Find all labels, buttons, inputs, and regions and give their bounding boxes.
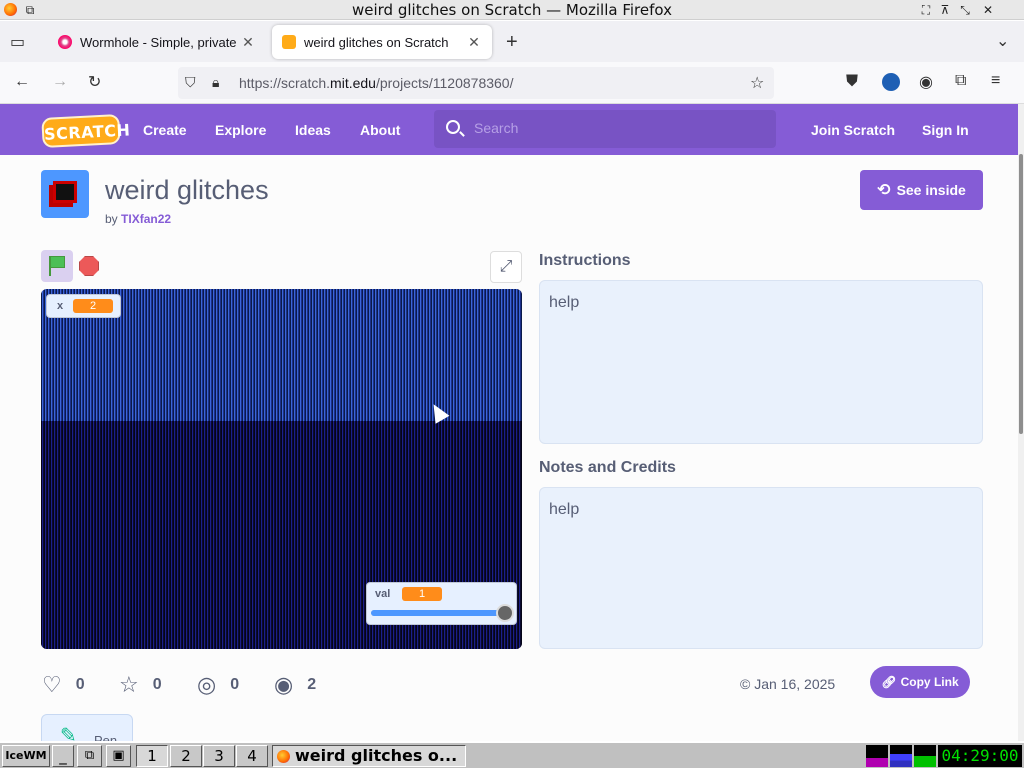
nav-about[interactable]: About [360, 122, 400, 138]
scrollbar-thumb[interactable] [1019, 154, 1023, 434]
url-bar[interactable]: ⛉ 🔒︎ https://scratch.mit.edu/projects/11… [178, 67, 774, 99]
reload-icon[interactable]: ↻ [88, 72, 101, 92]
notes-text: help [539, 487, 983, 649]
love-stat[interactable]: ♡ 0 [42, 672, 85, 698]
instructions-text: help [539, 280, 983, 444]
project-stage[interactable]: x 2 val 1 [41, 289, 522, 649]
pen-icon: ✎ [60, 725, 77, 741]
fullscreen-button[interactable]: ⤢ [490, 251, 522, 283]
variable-monitor-x[interactable]: x 2 [46, 294, 121, 318]
search-icon [446, 120, 460, 134]
remix-arrows-icon: ⟲ [877, 182, 891, 199]
eye-icon: ◉ [274, 672, 294, 697]
url-text[interactable]: https://scratch.mit.edu/projects/1120878… [239, 75, 513, 91]
minimize-icon[interactable]: ⤡ [957, 2, 973, 18]
show-desktop-icon[interactable]: _ [52, 745, 74, 767]
favorite-stat[interactable]: ☆ 0 [119, 672, 162, 698]
nav-create[interactable]: Create [143, 122, 187, 138]
project-page: weird glitches by TIXfan22 ⟲ See inside … [0, 155, 1018, 741]
memory-meter [890, 745, 912, 767]
wormhole-favicon-icon [58, 35, 72, 49]
terminal-icon[interactable]: ▣ [106, 745, 131, 767]
account-icon[interactable]: ◉ [919, 72, 933, 92]
views-stat: ◉ 2 [274, 672, 317, 697]
workspace-1[interactable]: 1 [136, 745, 168, 767]
tab-label: Wormhole - Simple, private [80, 34, 237, 50]
copyright-icon: © [740, 676, 751, 692]
pen-extension-card: ✎ Pen [41, 714, 133, 741]
author-link[interactable]: TIXfan22 [121, 212, 171, 226]
fullscreen-icon[interactable]: ⛶ [918, 2, 934, 18]
nav-ideas[interactable]: Ideas [295, 122, 331, 138]
see-inside-button[interactable]: ⟲ See inside [860, 170, 983, 210]
icewm-start-button[interactable]: IceWM [2, 745, 50, 767]
tab-label: weird glitches on Scratch [304, 34, 449, 50]
window-title: weird glitches on Scratch — Mozilla Fire… [351, 1, 672, 19]
bookmark-star-icon[interactable]: ☆ [750, 73, 764, 93]
workspace-3[interactable]: 3 [203, 745, 235, 767]
remix-spiral-icon: ◎ [197, 672, 217, 697]
navigation-toolbar: ← → ↻ ⛉ 🔒︎ https://scratch.mit.edu/proje… [0, 62, 1024, 104]
network-meter [914, 745, 936, 767]
sign-in-link[interactable]: Sign In [922, 122, 969, 138]
share-date: © Jan 16, 2025 [740, 676, 836, 692]
menu-hamburger-icon[interactable]: ≡ [991, 72, 1000, 90]
workspace-2[interactable]: 2 [170, 745, 202, 767]
star-icon: ☆ [119, 672, 139, 697]
tab-close-icon[interactable]: ✕ [466, 34, 482, 51]
firefox-icon [277, 750, 290, 763]
desktop-taskbar: IceWM _ ⧉ ▣ 1 2 3 4 weird glitches o... … [0, 742, 1024, 768]
window-list-icon[interactable]: ⧉ [77, 745, 102, 767]
variable-monitor-val[interactable]: val 1 [366, 582, 517, 625]
back-icon[interactable]: ← [14, 73, 30, 91]
new-tab-icon[interactable]: + [506, 31, 518, 54]
join-scratch-link[interactable]: Join Scratch [811, 122, 895, 138]
search-box[interactable] [434, 110, 776, 148]
clock: 04:29:00 [938, 745, 1022, 767]
link-icon: 🔗︎ [881, 675, 897, 689]
scratch-logo[interactable]: SCRATCH [41, 113, 131, 149]
copy-link-button[interactable]: 🔗︎ Copy Link [870, 666, 970, 698]
project-thumbnail [41, 170, 89, 218]
tab-close-icon[interactable]: ✕ [240, 34, 256, 51]
tab-list-chevron-icon[interactable]: ⌄ [996, 31, 1009, 51]
close-icon[interactable]: ✕ [980, 2, 996, 18]
stop-button[interactable] [79, 256, 99, 276]
shield-icon[interactable]: ⛉ [185, 74, 196, 91]
tab-overview-icon[interactable]: ▭ [10, 32, 25, 52]
green-flag-icon [50, 256, 65, 268]
tab-wormhole[interactable]: Wormhole - Simple, private ✕ [48, 25, 266, 59]
extensions-puzzle-icon[interactable]: ⧉ [955, 72, 966, 90]
green-flag-button[interactable] [41, 250, 73, 282]
pin-icon[interactable]: ⊼ [937, 2, 953, 18]
tab-strip: ▭ Wormhole - Simple, private ✕ weird gli… [0, 21, 1024, 62]
window-titlebar: ⧉ weird glitches on Scratch — Mozilla Fi… [0, 0, 1024, 20]
remix-stat: ◎ 0 [197, 672, 240, 697]
instructions-heading: Instructions [539, 252, 631, 269]
taskbar-firefox-window[interactable]: weird glitches o... [272, 745, 466, 767]
slider-track[interactable] [371, 610, 505, 616]
lock-icon[interactable]: 🔒︎ [212, 74, 219, 91]
search-input[interactable] [474, 120, 764, 136]
forward-icon[interactable]: → [52, 73, 68, 91]
nav-explore[interactable]: Explore [215, 122, 266, 138]
page-scrollbar[interactable] [1018, 104, 1024, 741]
slider-knob[interactable] [496, 604, 514, 622]
extension-globe-icon[interactable] [882, 73, 900, 91]
scratch-favicon-icon [282, 35, 296, 49]
pocket-icon[interactable]: ⛊ [846, 73, 858, 91]
heart-icon: ♡ [42, 672, 62, 697]
tab-scratch[interactable]: weird glitches on Scratch ✕ [272, 25, 492, 59]
slider-fill [371, 610, 505, 616]
notes-heading: Notes and Credits [539, 459, 676, 476]
project-title: weird glitches [105, 175, 269, 205]
scratch-header: SCRATCH Create Explore Ideas About Join … [0, 104, 1018, 155]
workspace-4[interactable]: 4 [236, 745, 268, 767]
project-byline: by TIXfan22 [105, 212, 172, 226]
cpu-meter [866, 745, 888, 767]
